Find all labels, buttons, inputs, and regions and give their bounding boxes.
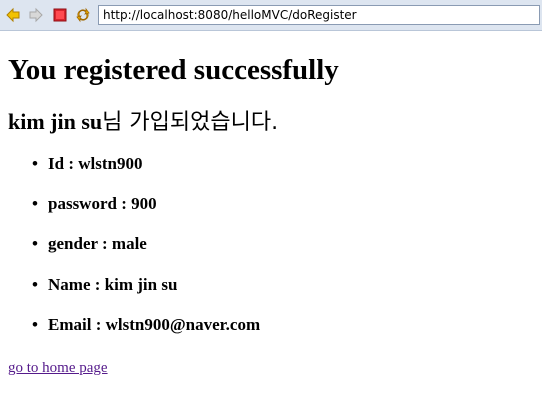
field-value: 900: [131, 194, 157, 213]
browser-toolbar: http://localhost:8080/helloMVC/doRegiste…: [0, 0, 542, 31]
field-label: Id: [48, 154, 65, 173]
field-value: wlstn900@naver.com: [105, 315, 261, 334]
user-name: kim jin su: [8, 109, 103, 134]
field-label: password: [48, 194, 117, 213]
field-value: wlstn900: [78, 154, 143, 173]
field-label: Name: [48, 275, 91, 294]
welcome-message: kim jin su님 가입되었습니다.: [8, 108, 278, 137]
home-link[interactable]: go to home page: [8, 358, 108, 378]
refresh-icon[interactable]: [74, 6, 92, 24]
field-label: gender: [48, 234, 98, 253]
bullet: •: [32, 234, 38, 253]
field-label: Email: [48, 315, 92, 334]
bullet: •: [32, 315, 38, 334]
forward-arrow-icon[interactable]: [27, 6, 45, 24]
field-value: kim jin su: [104, 275, 178, 294]
address-bar[interactable]: http://localhost:8080/helloMVC/doRegiste…: [98, 5, 540, 25]
back-arrow-icon[interactable]: [4, 6, 22, 24]
page-title: You registered successfully: [8, 54, 339, 86]
bullet: •: [32, 194, 38, 213]
welcome-suffix: 님 가입되었습니다.: [102, 110, 279, 135]
bullet: •: [32, 275, 38, 294]
bullet: •: [32, 154, 38, 173]
field-value: male: [111, 234, 147, 253]
stop-icon[interactable]: [51, 6, 69, 24]
